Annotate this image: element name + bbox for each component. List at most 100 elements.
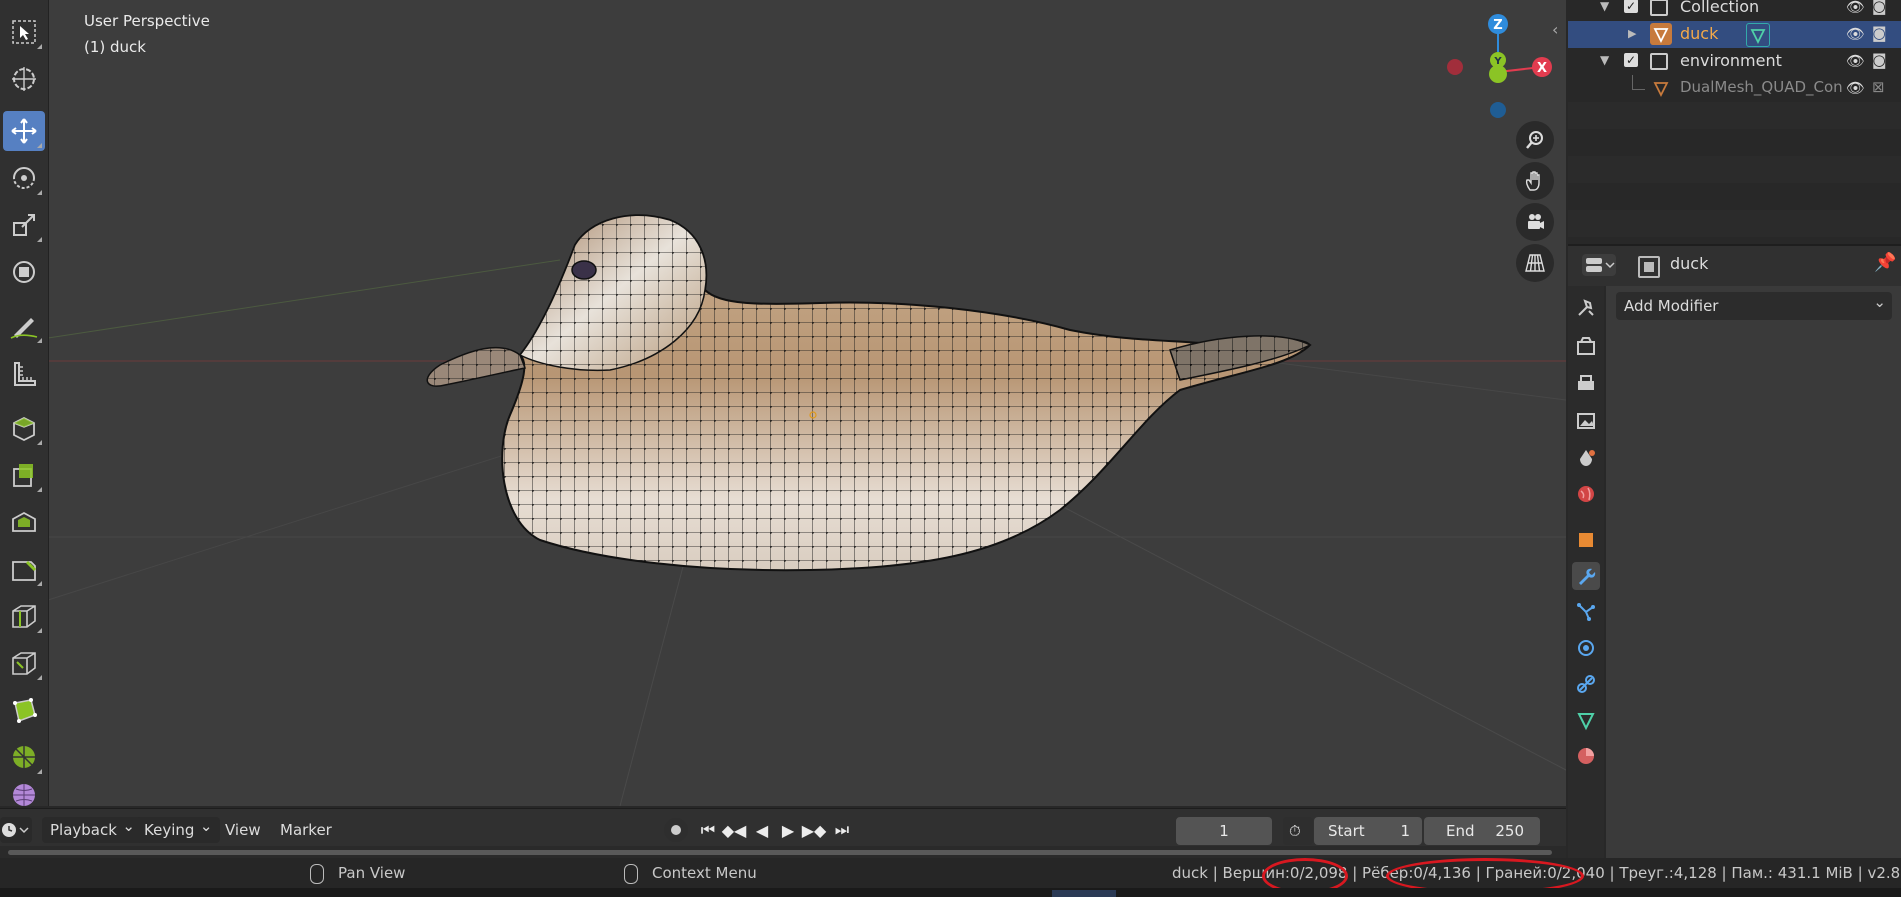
tab-constraints[interactable] — [1572, 670, 1600, 698]
next-keyframe-button[interactable]: ▶◆ — [801, 818, 827, 842]
eye-icon[interactable]: 👁 — [1846, 25, 1865, 43]
tab-mesh-data[interactable] — [1572, 706, 1600, 734]
timeline-scrub-area[interactable] — [0, 846, 1566, 858]
add-modifier-dropdown[interactable]: Add Modifier ⌄ — [1616, 292, 1892, 320]
3d-viewport[interactable]: Z X Y User Perspective (1) duck ‹ — [0, 0, 1566, 806]
outliner-row-collection[interactable]: ▼ ✓ Collection 👁 ◙ — [1568, 0, 1901, 21]
checkbox-icon[interactable]: ✓ — [1624, 0, 1638, 13]
timeline-scrollbar[interactable] — [8, 850, 1552, 855]
active-object-label: (1) duck — [84, 38, 146, 56]
tab-material[interactable] — [1572, 742, 1600, 770]
tab-output[interactable] — [1572, 370, 1600, 398]
spin-icon — [13, 746, 35, 768]
marker-menu[interactable]: Marker — [280, 817, 332, 843]
transform-icon — [13, 261, 35, 283]
next-keyframe-icon: ▶◆ — [801, 820, 827, 840]
collapse-arrow-icon[interactable]: ▼ — [1600, 53, 1609, 67]
sidebar-toggle-icon[interactable]: ‹ — [1552, 20, 1558, 39]
prev-keyframe-button[interactable]: ◆◀ — [722, 818, 747, 842]
tab-modifiers[interactable] — [1572, 562, 1600, 590]
gizmo-neg-x — [1447, 59, 1463, 75]
bevel-tool[interactable] — [3, 549, 45, 589]
move-tool[interactable] — [3, 111, 45, 151]
add-cube-tool[interactable] — [3, 408, 45, 448]
ortho-toggle-button[interactable] — [1516, 244, 1554, 282]
keying-menu[interactable]: Keying — [136, 813, 221, 843]
constraint-icon — [1577, 675, 1595, 693]
editor-type-menu[interactable] — [0, 817, 32, 843]
pan-button[interactable] — [1516, 162, 1554, 200]
mesh-object-icon — [1650, 77, 1672, 99]
start-frame-field[interactable]: Start 1 — [1314, 817, 1422, 845]
inset-icon — [12, 511, 36, 532]
svg-text:Z: Z — [1493, 18, 1502, 33]
tab-physics[interactable] — [1572, 634, 1600, 662]
editor-type-menu[interactable] — [1582, 254, 1616, 276]
end-frame-field[interactable]: End 250 — [1424, 817, 1540, 845]
render-camera-icon[interactable]: ◙ — [1872, 51, 1887, 69]
extrude-tool[interactable] — [3, 455, 45, 495]
wrench-icon — [1579, 568, 1596, 585]
camera-view-button[interactable] — [1516, 203, 1554, 241]
expand-arrow-icon[interactable]: ▶ — [1628, 27, 1636, 40]
outliner-row-dualmesh[interactable]: DualMesh_QUAD_Con 👁 ⊠ — [1568, 75, 1901, 102]
jump-start-button[interactable]: ⏮ — [696, 818, 720, 842]
eye-icon[interactable]: 👁 — [1846, 0, 1865, 16]
tab-scene[interactable] — [1572, 444, 1600, 472]
image-icon — [1577, 413, 1595, 429]
smooth-tool[interactable] — [3, 784, 45, 806]
collapse-arrow-icon[interactable]: ▼ — [1600, 0, 1609, 13]
measure-tool[interactable] — [3, 354, 45, 394]
tab-render[interactable] — [1572, 332, 1600, 360]
tab-particles[interactable] — [1572, 598, 1600, 626]
tab-world[interactable] — [1572, 480, 1600, 508]
rotate-tool[interactable] — [3, 158, 45, 198]
physics-icon — [1578, 640, 1594, 656]
loop-cut-icon — [12, 605, 36, 628]
jump-end-button[interactable]: ⏭ — [830, 818, 854, 842]
zoom-button[interactable] — [1516, 121, 1554, 159]
move-icon — [11, 118, 37, 144]
extrude-icon — [13, 464, 33, 487]
render-disabled-icon[interactable]: ⊠ — [1872, 78, 1885, 96]
play-button[interactable]: ▶ — [776, 818, 800, 842]
playback-menu[interactable]: Playback — [42, 813, 143, 843]
loop-cut-tool[interactable] — [3, 596, 45, 636]
record-button[interactable] — [664, 818, 688, 842]
eye-icon[interactable]: 👁 — [1846, 79, 1865, 97]
annotate-tool[interactable] — [3, 306, 45, 346]
outliner-panel: ▼ ✓ Collection 👁 ◙ ▶ duck 👁 ◙ ▼ ✓ enviro… — [1568, 0, 1901, 244]
start-label: Start — [1328, 822, 1365, 840]
inset-tool[interactable] — [3, 502, 45, 542]
zoom-icon — [1526, 131, 1543, 149]
spin-tool[interactable] — [3, 737, 45, 777]
scale-tool[interactable] — [3, 205, 45, 245]
scene-icon — [1580, 450, 1595, 466]
stopwatch-button[interactable]: ⏱ — [1283, 817, 1313, 845]
eye-icon[interactable]: 👁 — [1846, 52, 1865, 70]
tab-view-layer[interactable] — [1572, 406, 1600, 434]
mesh-data-icon[interactable] — [1746, 23, 1770, 47]
current-frame-field[interactable]: 1 — [1176, 817, 1272, 845]
stopwatch-icon: ⏱ — [1289, 822, 1301, 840]
tab-tool[interactable] — [1572, 294, 1600, 322]
tab-object[interactable] — [1572, 526, 1600, 554]
view-menu[interactable]: View — [225, 817, 261, 843]
knife-tool[interactable] — [3, 643, 45, 683]
checkbox-icon[interactable]: ✓ — [1624, 53, 1638, 67]
properties-main: Add Modifier ⌄ — [1606, 286, 1901, 858]
play-reverse-button[interactable]: ◀ — [750, 818, 774, 842]
select-box-tool[interactable] — [3, 12, 45, 52]
outliner-row-environment[interactable]: ▼ ✓ environment 👁 ◙ — [1568, 48, 1901, 75]
pin-icon[interactable]: 📌 — [1874, 252, 1896, 273]
grid-perspective-icon — [1525, 254, 1545, 272]
gizmo-neg-y — [1489, 65, 1507, 83]
render-camera-icon[interactable]: ◙ — [1872, 24, 1887, 42]
cursor-tool[interactable] — [3, 59, 45, 99]
outliner-row-duck[interactable]: ▶ duck 👁 ◙ — [1568, 21, 1901, 48]
render-camera-icon[interactable]: ◙ — [1872, 0, 1887, 15]
outliner-row-label: environment — [1680, 51, 1782, 70]
transform-tool[interactable] — [3, 252, 45, 292]
cursor-icon — [12, 67, 36, 91]
poly-build-tool[interactable] — [3, 690, 45, 730]
